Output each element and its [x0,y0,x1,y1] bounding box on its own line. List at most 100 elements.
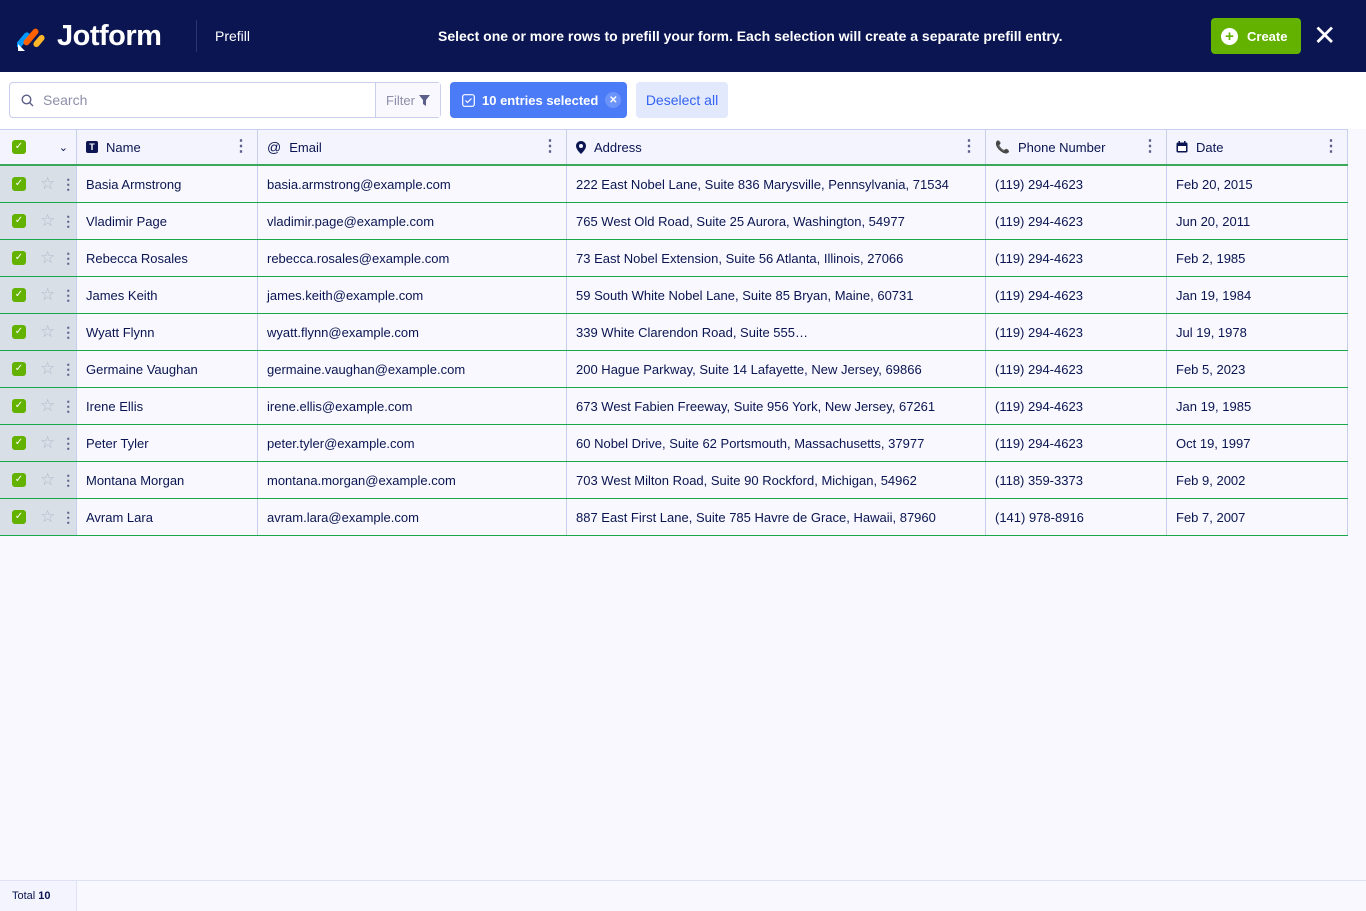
phone-cell[interactable]: (119) 294-4623 [986,425,1167,461]
column-menu-icon[interactable]: ⋮ [542,139,558,155]
row-checkbox[interactable]: ✓ [12,473,26,487]
row-menu-icon[interactable]: ⋮ [61,324,75,341]
email-cell[interactable]: basia.armstrong@example.com [258,166,567,202]
select-all-checkbox[interactable]: ✓ [12,140,26,154]
clear-selection-icon[interactable]: ✕ [605,92,622,108]
table-row[interactable]: ✓ ☆ ⋮ Basia Armstrong basia.armstrong@exampl… [0,166,1348,203]
table-row[interactable]: ✓ ☆ ⋮ James Keith james.keith@example.com 59 … [0,277,1348,314]
phone-cell[interactable]: (119) 294-4623 [986,240,1167,276]
name-cell[interactable]: Wyatt Flynn [77,314,258,350]
column-menu-icon[interactable]: ⋮ [233,139,249,155]
star-icon[interactable]: ☆ [40,248,55,268]
column-header-name[interactable]: T Name ⋮ [77,130,258,164]
address-cell[interactable]: 59 South White Nobel Lane, Suite 85 Brya… [567,277,986,313]
phone-cell[interactable]: (119) 294-4623 [986,166,1167,202]
phone-cell[interactable]: (119) 294-4623 [986,277,1167,313]
date-cell[interactable]: Feb 2, 1985 [1167,240,1348,276]
table-row[interactable]: ✓ ☆ ⋮ Peter Tyler peter.tyler@example.com 60 … [0,425,1348,462]
phone-cell[interactable]: (119) 294-4623 [986,351,1167,387]
row-menu-icon[interactable]: ⋮ [61,398,75,415]
column-header-address[interactable]: Address ⋮ [567,130,986,164]
date-cell[interactable]: Feb 9, 2002 [1167,462,1348,498]
create-button[interactable]: + Create [1211,18,1301,54]
row-checkbox[interactable]: ✓ [12,251,26,265]
address-cell[interactable]: 887 East First Lane, Suite 785 Havre de … [567,499,986,535]
row-checkbox[interactable]: ✓ [12,214,26,228]
star-icon[interactable]: ☆ [40,470,55,490]
table-row[interactable]: ✓ ☆ ⋮ Avram Lara avram.lara@example.com 887 E… [0,499,1348,536]
name-cell[interactable]: Rebecca Rosales [77,240,258,276]
address-cell[interactable]: 73 East Nobel Extension, Suite 56 Atlant… [567,240,986,276]
name-cell[interactable]: Montana Morgan [77,462,258,498]
email-cell[interactable]: irene.ellis@example.com [258,388,567,424]
star-icon[interactable]: ☆ [40,211,55,231]
star-icon[interactable]: ☆ [40,359,55,379]
row-checkbox[interactable]: ✓ [12,325,26,339]
close-icon[interactable]: ✕ [1313,22,1336,50]
column-menu-icon[interactable]: ⋮ [1323,139,1339,155]
star-icon[interactable]: ☆ [40,433,55,453]
row-checkbox[interactable]: ✓ [12,362,26,376]
date-cell[interactable]: Feb 7, 2007 [1167,499,1348,535]
phone-cell[interactable]: (119) 294-4623 [986,388,1167,424]
phone-cell[interactable]: (119) 294-4623 [986,314,1167,350]
table-row[interactable]: ✓ ☆ ⋮ Wyatt Flynn wyatt.flynn@example.com 339… [0,314,1348,351]
star-icon[interactable]: ☆ [40,507,55,527]
chevron-down-icon[interactable]: ⌄ [59,141,68,154]
row-checkbox[interactable]: ✓ [12,399,26,413]
address-cell[interactable]: 60 Nobel Drive, Suite 62 Portsmouth, Mas… [567,425,986,461]
row-checkbox[interactable]: ✓ [12,288,26,302]
address-cell[interactable]: 222 East Nobel Lane, Suite 836 Marysvill… [567,166,986,202]
row-menu-icon[interactable]: ⋮ [61,287,75,304]
table-row[interactable]: ✓ ☆ ⋮ Germaine Vaughan germaine.vaughan@exam… [0,351,1348,388]
row-checkbox[interactable]: ✓ [12,510,26,524]
name-cell[interactable]: James Keith [77,277,258,313]
star-icon[interactable]: ☆ [40,285,55,305]
phone-cell[interactable]: (119) 294-4623 [986,203,1167,239]
filter-button[interactable]: Filter [375,83,440,117]
email-cell[interactable]: montana.morgan@example.com [258,462,567,498]
row-menu-icon[interactable]: ⋮ [61,435,75,452]
email-cell[interactable]: wyatt.flynn@example.com [258,314,567,350]
phone-cell[interactable]: (141) 978-8916 [986,499,1167,535]
column-header-email[interactable]: @ Email ⋮ [258,130,567,164]
name-cell[interactable]: Germaine Vaughan [77,351,258,387]
name-cell[interactable]: Peter Tyler [77,425,258,461]
row-checkbox[interactable]: ✓ [12,177,26,191]
row-menu-icon[interactable]: ⋮ [61,361,75,378]
date-cell[interactable]: Jan 19, 1984 [1167,277,1348,313]
email-cell[interactable]: vladimir.page@example.com [258,203,567,239]
phone-cell[interactable]: (118) 359-3373 [986,462,1167,498]
email-cell[interactable]: avram.lara@example.com [258,499,567,535]
star-icon[interactable]: ☆ [40,174,55,194]
address-cell[interactable]: 765 West Old Road, Suite 25 Aurora, Wash… [567,203,986,239]
date-cell[interactable]: Jan 19, 1985 [1167,388,1348,424]
table-row[interactable]: ✓ ☆ ⋮ Rebecca Rosales rebecca.rosales@exampl… [0,240,1348,277]
deselect-all-button[interactable]: Deselect all [636,82,728,118]
row-menu-icon[interactable]: ⋮ [61,176,75,193]
address-cell[interactable]: 673 West Fabien Freeway, Suite 956 York,… [567,388,986,424]
email-cell[interactable]: germaine.vaughan@example.com [258,351,567,387]
column-menu-icon[interactable]: ⋮ [1142,139,1158,155]
table-row[interactable]: ✓ ☆ ⋮ Vladimir Page vladimir.page@example.co… [0,203,1348,240]
address-cell[interactable]: 339 White Clarendon Road, Suite 555… [567,314,986,350]
date-cell[interactable]: Jul 19, 1978 [1167,314,1348,350]
name-cell[interactable]: Irene Ellis [77,388,258,424]
name-cell[interactable]: Basia Armstrong [77,166,258,202]
email-cell[interactable]: james.keith@example.com [258,277,567,313]
star-icon[interactable]: ☆ [40,322,55,342]
table-row[interactable]: ✓ ☆ ⋮ Montana Morgan montana.morgan@example.… [0,462,1348,499]
column-header-date[interactable]: Date ⋮ [1167,130,1348,164]
table-row[interactable]: ✓ ☆ ⋮ Irene Ellis irene.ellis@example.com 673… [0,388,1348,425]
row-menu-icon[interactable]: ⋮ [61,250,75,267]
date-cell[interactable]: Feb 5, 2023 [1167,351,1348,387]
row-menu-icon[interactable]: ⋮ [61,213,75,230]
address-cell[interactable]: 200 Hague Parkway, Suite 14 Lafayette, N… [567,351,986,387]
date-cell[interactable]: Feb 20, 2015 [1167,166,1348,202]
selected-entries-chip[interactable]: 10 entries selected ✕ [450,82,627,118]
column-menu-icon[interactable]: ⋮ [961,139,977,155]
email-cell[interactable]: peter.tyler@example.com [258,425,567,461]
row-checkbox[interactable]: ✓ [12,436,26,450]
email-cell[interactable]: rebecca.rosales@example.com [258,240,567,276]
address-cell[interactable]: 703 West Milton Road, Suite 90 Rockford,… [567,462,986,498]
